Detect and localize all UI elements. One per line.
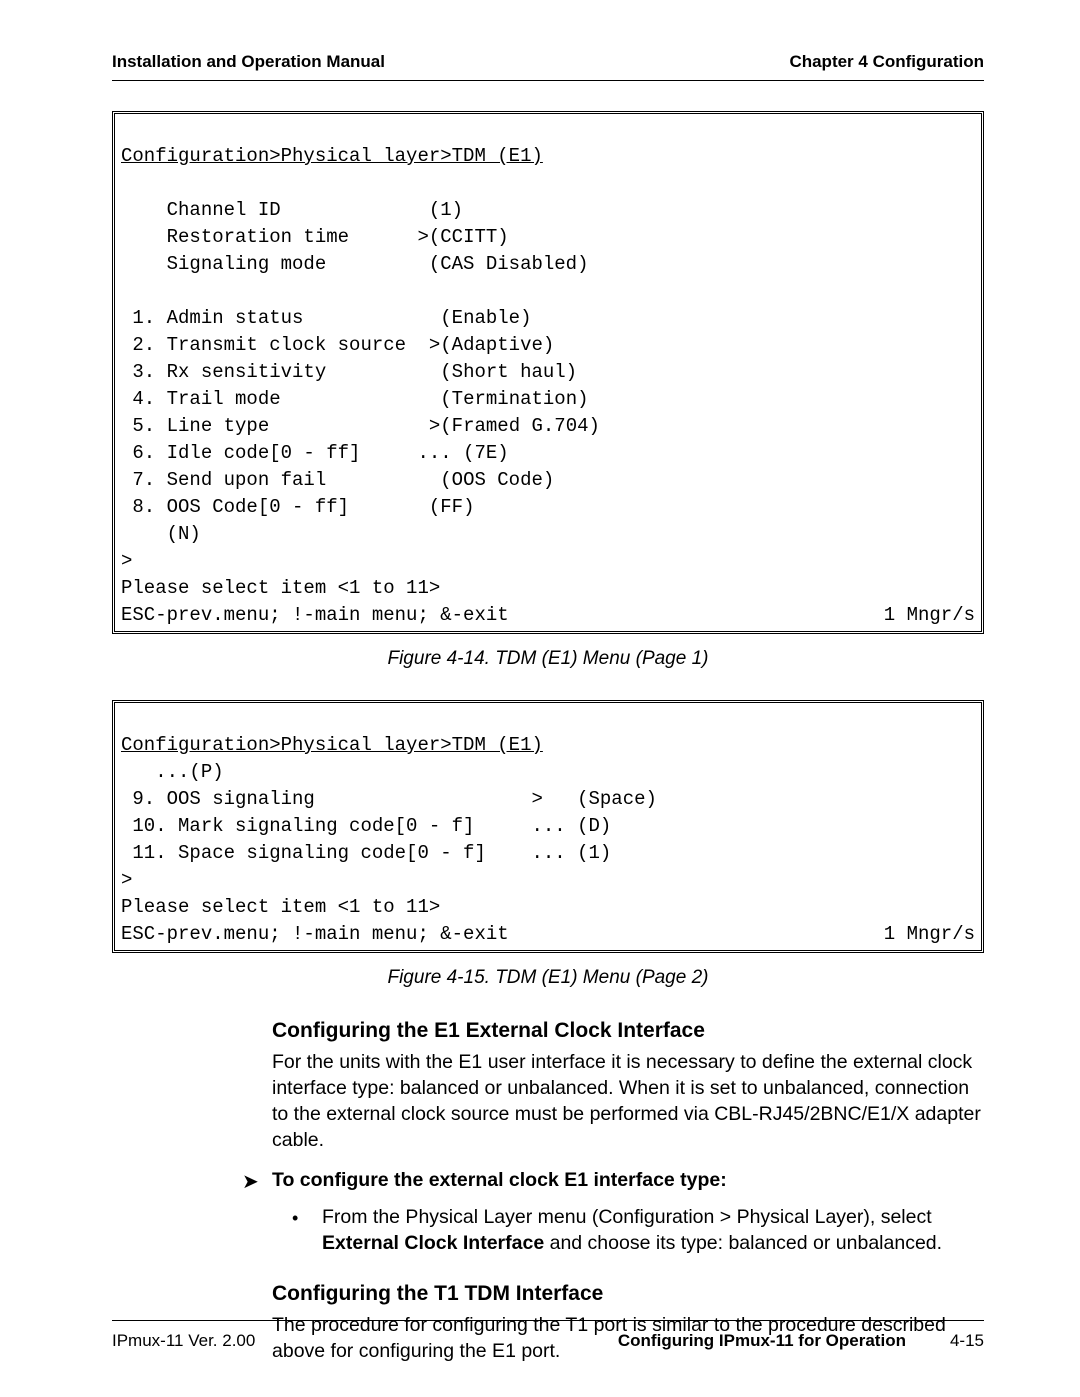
section-heading-e1-clock: Configuring the E1 External Clock Interf… bbox=[272, 1019, 984, 1043]
page-number: 4-15 bbox=[950, 1331, 984, 1351]
product-version: IPmux-11 Ver. 2.00 bbox=[112, 1331, 255, 1351]
field-value: >(Adaptive) bbox=[429, 334, 554, 356]
more-indicator: (N) bbox=[121, 523, 201, 545]
field-value: (FF) bbox=[417, 496, 474, 518]
menu-item: 6. Idle code[0 - ff] bbox=[121, 442, 360, 464]
procedure-arrow-icon: ➤ bbox=[242, 1169, 272, 1194]
page-header: Installation and Operation Manual Chapte… bbox=[112, 52, 984, 81]
menu-item: 2. Transmit clock source bbox=[121, 334, 406, 356]
menu-item: 9. OOS signaling bbox=[121, 788, 315, 810]
field-value: (1) bbox=[417, 199, 463, 221]
field-value: ... (1) bbox=[531, 842, 611, 864]
select-instruction: Please select item <1 to 11> bbox=[121, 896, 440, 918]
figure-caption-2: Figure 4-15. TDM (E1) Menu (Page 2) bbox=[112, 967, 984, 989]
prompt: > bbox=[121, 869, 132, 891]
field-value: (Termination) bbox=[429, 388, 589, 410]
field-value: ... (D) bbox=[531, 815, 611, 837]
menu-item: 3. Rx sensitivity bbox=[121, 361, 326, 383]
menu-item: 8. OOS Code[0 - ff] bbox=[121, 496, 349, 518]
menu-item: 5. Line type bbox=[121, 415, 269, 437]
field-value: > (Space) bbox=[531, 788, 656, 810]
menu-item: 4. Trail mode bbox=[121, 388, 281, 410]
field-label: Restoration time bbox=[121, 226, 349, 248]
breadcrumb: Configuration>Physical layer>TDM (E1) bbox=[121, 145, 543, 167]
procedure-title: To configure the external clock E1 inter… bbox=[272, 1169, 727, 1192]
section-name: Configuring IPmux-11 for Operation bbox=[618, 1331, 906, 1351]
procedure-step: From the Physical Layer menu (Configurat… bbox=[322, 1204, 984, 1256]
figure-caption-1: Figure 4-14. TDM (E1) Menu (Page 1) bbox=[112, 648, 984, 670]
terminal-screen-1: Configuration>Physical layer>TDM (E1) Ch… bbox=[112, 111, 984, 634]
page-content: Configuration>Physical layer>TDM (E1) Ch… bbox=[112, 81, 984, 1364]
page-footer: IPmux-11 Ver. 2.00 Configuring IPmux-11 … bbox=[112, 1320, 984, 1351]
field-value: (OOS Code) bbox=[429, 469, 554, 491]
step-text-pre: From the Physical Layer menu (Configurat… bbox=[322, 1206, 932, 1228]
status-badge: 1 Mngr/s bbox=[884, 921, 975, 948]
menu-item: 10. Mark signaling code[0 - f] bbox=[121, 815, 474, 837]
terminal-screen-2: Configuration>Physical layer>TDM (E1) ..… bbox=[112, 700, 984, 953]
field-label: Channel ID bbox=[121, 199, 281, 221]
step-text-bold: External Clock Interface bbox=[322, 1232, 544, 1254]
field-value: (CAS Disabled) bbox=[417, 253, 588, 275]
prompt: > bbox=[121, 550, 132, 572]
status-badge: 1 Mngr/s bbox=[884, 602, 975, 629]
field-value: (Enable) bbox=[429, 307, 532, 329]
field-label: Signaling mode bbox=[121, 253, 326, 275]
menu-item: 11. Space signaling code[0 - f] bbox=[121, 842, 486, 864]
menu-item: 1. Admin status bbox=[121, 307, 303, 329]
continuation-indicator: ...(P) bbox=[121, 761, 224, 783]
manual-title: Installation and Operation Manual bbox=[112, 52, 385, 72]
field-value: >(CCITT) bbox=[417, 226, 508, 248]
field-value: >(Framed G.704) bbox=[429, 415, 600, 437]
chapter-title: Chapter 4 Configuration bbox=[789, 52, 984, 72]
section-heading-t1: Configuring the T1 TDM Interface bbox=[272, 1282, 984, 1306]
field-value: ... (7E) bbox=[417, 442, 508, 464]
section-paragraph: For the units with the E1 user interface… bbox=[272, 1049, 984, 1153]
nav-help: ESC-prev.menu; !-main menu; &-exit bbox=[121, 921, 509, 948]
breadcrumb: Configuration>Physical layer>TDM (E1) bbox=[121, 734, 543, 756]
nav-help: ESC-prev.menu; !-main menu; &-exit bbox=[121, 602, 509, 629]
field-value: (Short haul) bbox=[429, 361, 577, 383]
select-instruction: Please select item <1 to 11> bbox=[121, 577, 440, 599]
step-text-post: and choose its type: balanced or unbalan… bbox=[544, 1232, 942, 1254]
bullet-icon: • bbox=[292, 1204, 322, 1230]
menu-item: 7. Send upon fail bbox=[121, 469, 326, 491]
